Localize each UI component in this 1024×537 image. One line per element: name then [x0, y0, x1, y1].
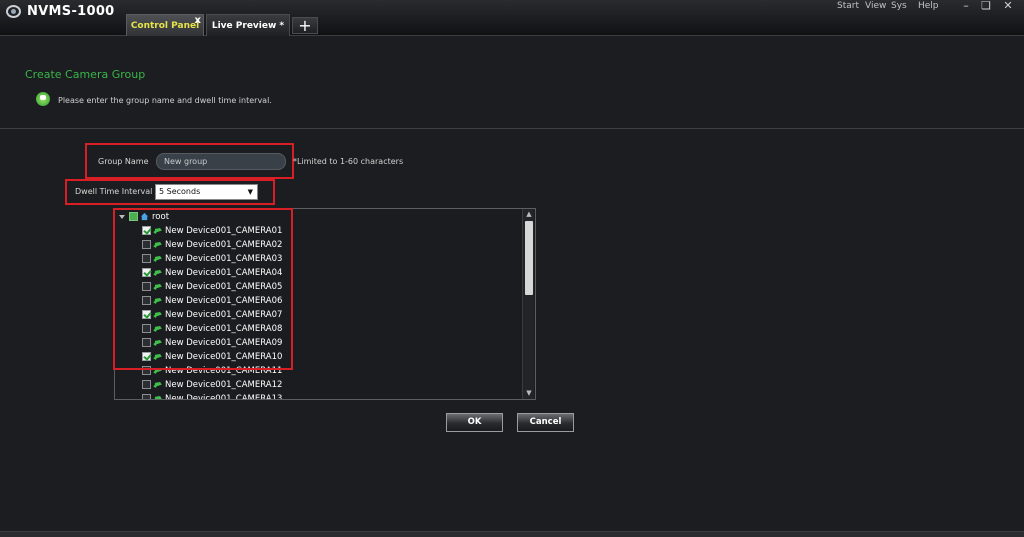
scrollbar-thumb[interactable]	[525, 221, 533, 295]
page-title: Create Camera Group	[25, 68, 146, 81]
minimize-icon[interactable]: –	[958, 0, 974, 12]
menu-view[interactable]: View	[865, 1, 886, 11]
menu-sys[interactable]: Sys	[891, 1, 907, 11]
camera-icon	[154, 396, 162, 399]
cancel-button[interactable]: Cancel	[517, 413, 574, 432]
group-name-input[interactable]	[156, 153, 286, 170]
title-bar: NVMS-1000 Start View Sys Help – ❏ ✕ Cont…	[0, 0, 1024, 36]
app-title: NVMS-1000	[27, 4, 115, 19]
camera-checkbox[interactable]	[142, 380, 151, 389]
info-bubble-icon	[36, 92, 50, 106]
camera-checkbox[interactable]	[142, 394, 151, 399]
tab-label: Control Panel	[130, 21, 200, 31]
hint-text: Please enter the group name and dwell ti…	[58, 96, 272, 105]
dwell-value: 5 Seconds	[159, 187, 201, 196]
menu-start[interactable]: Start	[837, 1, 859, 11]
tree-item-camera[interactable]: New Device001_CAMERA13	[115, 392, 515, 400]
dwell-time-select[interactable]: 5 Seconds ▼	[155, 184, 258, 200]
group-name-note: *Limited to 1-60 characters	[293, 157, 404, 166]
group-name-label: Group Name	[98, 157, 149, 166]
ok-button[interactable]: OK	[446, 413, 503, 432]
dwell-label: Dwell Time Interval	[75, 187, 153, 196]
camera-icon	[153, 382, 162, 388]
divider	[0, 128, 1024, 129]
tree-scrollbar[interactable]: ▲ ▼	[522, 209, 534, 399]
bottom-border	[0, 531, 1024, 537]
menu-help[interactable]: Help	[918, 1, 939, 11]
scroll-down-icon[interactable]: ▼	[525, 389, 533, 397]
tree-item-camera[interactable]: New Device001_CAMERA12	[115, 378, 515, 392]
tab-control-panel[interactable]: Control Panel x	[126, 14, 204, 36]
scroll-up-icon[interactable]: ▲	[525, 210, 533, 218]
add-tab-button[interactable]: +	[292, 17, 318, 34]
tab-label: Live Preview *	[211, 21, 285, 31]
camera-label: New Device001_CAMERA13	[165, 394, 283, 400]
app-logo-icon	[6, 5, 21, 18]
close-icon[interactable]: ✕	[1000, 0, 1016, 12]
tab-live-preview[interactable]: Live Preview *	[206, 14, 290, 36]
restore-icon[interactable]: ❏	[978, 0, 994, 12]
camera-label: New Device001_CAMERA12	[165, 380, 283, 390]
chevron-down-icon: ▼	[247, 188, 253, 196]
camera-selection-highlight	[113, 208, 293, 370]
tab-close-icon[interactable]: x	[195, 10, 201, 32]
